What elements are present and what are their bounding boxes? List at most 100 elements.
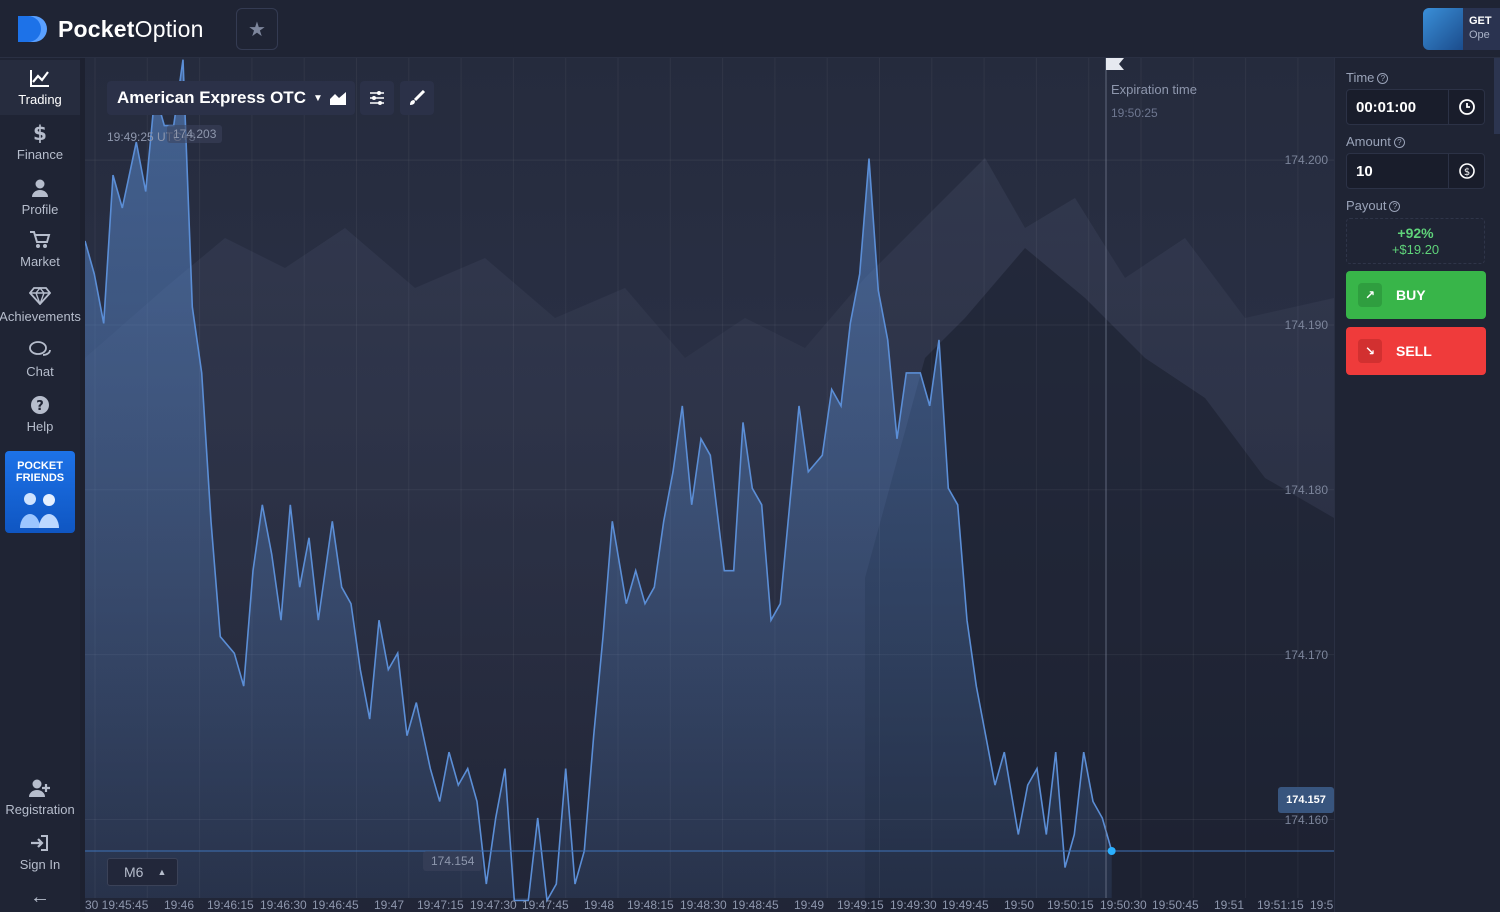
buy-button[interactable]: ↗ BUY — [1346, 271, 1486, 319]
x-axis-tick: 19:49 — [794, 898, 825, 912]
time-label: Time? — [1346, 70, 1389, 85]
x-axis-tick: 30 19:45:45 — [85, 898, 149, 912]
sidebar-item-profile[interactable]: Profile — [0, 170, 80, 225]
x-axis-tick: 19:50:30 — [1100, 898, 1147, 912]
y-axis-label: 174.160 — [1284, 812, 1328, 827]
svg-text:$: $ — [33, 123, 47, 143]
x-axis-tick: 19:50:15 — [1047, 898, 1094, 912]
sidebar-item-finance[interactable]: $ Finance — [0, 115, 80, 170]
question-icon[interactable]: ? — [1377, 73, 1389, 84]
sidebar-item-chat[interactable]: Chat — [0, 332, 80, 387]
people-illustration-icon — [14, 490, 66, 528]
time-input[interactable]: 00:01:00 — [1346, 89, 1485, 125]
indicators-button[interactable] — [360, 81, 394, 115]
question-icon[interactable]: ? — [1393, 137, 1405, 148]
top-bar: PocketOption ★ GET Ope — [0, 0, 1500, 58]
time-value[interactable]: 00:01:00 — [1347, 99, 1448, 116]
svg-text:?: ? — [36, 399, 44, 414]
sidebar-item-label: Chat — [26, 364, 54, 379]
sidebar-item-label: Profile — [21, 202, 59, 217]
sidebar-item-registration[interactable]: Registration — [0, 770, 80, 825]
sidebar-item-label: Help — [26, 419, 54, 434]
x-axis-tick: 19:49:30 — [890, 898, 937, 912]
price-chart[interactable] — [85, 58, 1334, 912]
chart-line-icon — [30, 70, 49, 87]
expiration-time: 19:50:25 — [1111, 106, 1158, 120]
timeframe-selector[interactable]: M6 ▲ — [107, 858, 178, 886]
brand-name: PocketOption — [58, 15, 204, 42]
question-icon[interactable]: ? — [1389, 201, 1401, 212]
y-axis-label: 174.170 — [1284, 647, 1328, 662]
sidebar-item-trading[interactable]: Trading — [0, 60, 80, 115]
y-axis-label: 174.180 — [1284, 482, 1328, 497]
promo-banner[interactable]: GET Ope — [1423, 8, 1500, 50]
x-axis-tick: 19:47:15 — [417, 898, 464, 912]
promo-title: GET — [1469, 15, 1492, 27]
asset-name: American Express OTC — [117, 88, 306, 107]
x-axis-tick: 19:48:30 — [680, 898, 727, 912]
x-axis-tick: 19:47 — [374, 898, 405, 912]
x-axis-tick: 19:46:30 — [260, 898, 307, 912]
currency-icon[interactable]: $ — [1448, 154, 1484, 188]
sidebar-item-sign-in[interactable]: Sign In — [0, 825, 80, 880]
star-icon: ★ — [248, 18, 266, 41]
help-icon: ? — [31, 396, 49, 414]
sidebar-item-achievements[interactable]: Achievements — [0, 277, 81, 332]
user-icon — [32, 179, 48, 197]
sell-label: SELL — [1396, 343, 1432, 359]
buy-label: BUY — [1396, 287, 1426, 303]
trade-panel: Time? 00:01:00 Amount? 10 $ Payout? +92%… — [1334, 58, 1500, 912]
amount-input[interactable]: 10 $ — [1346, 153, 1485, 189]
x-axis-tick: 19:51 — [1214, 898, 1245, 912]
sidebar-item-label: Market — [20, 254, 60, 269]
x-axis-tick: 19:46:45 — [312, 898, 359, 912]
chevron-up-icon: ▲ — [157, 867, 167, 877]
svg-text:$: $ — [1463, 167, 1469, 178]
chart-area[interactable]: American Express OTC ▼ 19:49:25 UTC+3 174… — [85, 58, 1334, 912]
area-chart-icon — [330, 92, 346, 105]
sell-button[interactable]: ↘ SELL — [1346, 327, 1486, 375]
x-axis-tick: 19:5 — [1310, 898, 1334, 912]
brand-logo[interactable]: PocketOption — [14, 12, 204, 46]
timeframe-value: M6 — [124, 864, 144, 880]
chart-type-button[interactable] — [321, 81, 355, 115]
pocket-friends-line2: FRIENDS — [15, 472, 65, 484]
sliders-icon — [370, 91, 384, 105]
arrow-down-right-icon: ↘ — [1358, 339, 1382, 363]
x-axis-tick: 19:50:45 — [1152, 898, 1199, 912]
add-user-icon — [29, 779, 50, 797]
x-axis-tick: 19:48 — [584, 898, 615, 912]
high-price-label: 174.203 — [167, 125, 223, 143]
x-axis-tick: 19:48:15 — [627, 898, 674, 912]
current-price-dot — [1107, 847, 1116, 855]
x-axis-tick: 19:46 — [164, 898, 195, 912]
y-axis-label: 174.200 — [1284, 153, 1328, 168]
y-axis-label: 174.190 — [1284, 317, 1328, 332]
promo-image — [1423, 8, 1463, 50]
favorites-button[interactable]: ★ — [236, 8, 278, 50]
amount-value[interactable]: 10 — [1347, 163, 1448, 180]
sidebar-item-help[interactable]: ? Help — [0, 387, 80, 442]
collapse-arrow-icon[interactable]: ← — [30, 886, 50, 909]
sidebar-item-label: Registration — [5, 802, 75, 817]
clock-icon[interactable] — [1448, 90, 1484, 124]
cart-icon — [30, 231, 51, 248]
payout-label: Payout? — [1346, 198, 1401, 213]
diamond-icon — [29, 286, 51, 305]
panel-edge-tab[interactable] — [1494, 58, 1500, 134]
pocket-friends-line1: POCKET — [17, 460, 63, 472]
promo-subtitle: Ope — [1469, 29, 1490, 41]
current-price-tag: 174.157 — [1278, 787, 1334, 813]
asset-selector[interactable]: American Express OTC ▼ — [107, 81, 333, 115]
sidebar-item-label: Finance — [16, 147, 64, 162]
pocket-friends-banner[interactable]: POCKET FRIENDS — [5, 451, 75, 533]
sidebar-item-market[interactable]: Market — [0, 222, 80, 277]
x-axis-tick: 19:48:45 — [732, 898, 779, 912]
arrow-up-right-icon: ↗ — [1358, 283, 1382, 307]
brush-icon — [410, 90, 426, 105]
dollar-icon: $ — [33, 123, 47, 143]
x-axis-tick: 19:49:45 — [942, 898, 989, 912]
drawing-tools-button[interactable] — [400, 81, 434, 115]
pocket-option-logo-icon — [14, 14, 52, 44]
sign-in-icon — [31, 835, 48, 851]
